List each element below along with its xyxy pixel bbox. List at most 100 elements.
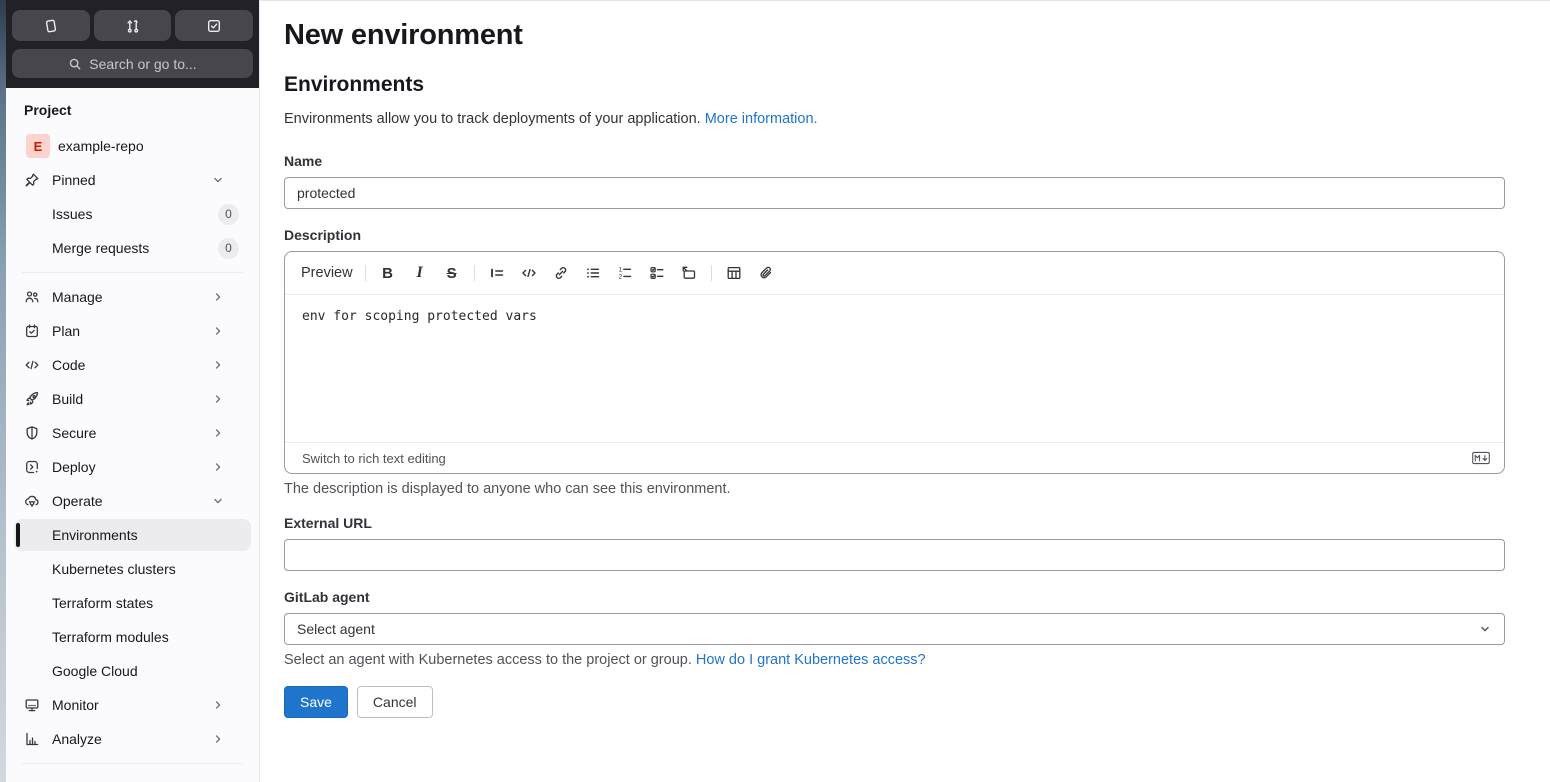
section-heading: Environments bbox=[284, 73, 425, 96]
sidebar-item-google-cloud[interactable]: Google Cloud bbox=[14, 655, 251, 687]
sidebar-item-label: Operate bbox=[52, 493, 103, 509]
sidebar-item-label: Pinned bbox=[52, 172, 96, 188]
users-icon bbox=[24, 289, 40, 305]
sidebar-item-monitor[interactable]: Monitor bbox=[14, 689, 251, 721]
search-placeholder: Search or go to... bbox=[89, 55, 197, 72]
chevron-right-icon bbox=[211, 732, 227, 746]
page-title: New environment bbox=[284, 19, 523, 51]
bold-icon[interactable]: B bbox=[378, 261, 398, 285]
link-icon[interactable] bbox=[551, 261, 571, 285]
strikethrough-icon[interactable]: S bbox=[442, 261, 462, 285]
description-label: Description bbox=[284, 227, 362, 243]
sidebar-item-environments[interactable]: Environments bbox=[14, 519, 251, 551]
italic-icon[interactable]: I bbox=[410, 261, 430, 285]
kubernetes-access-link[interactable]: How do I grant Kubernetes access? bbox=[696, 652, 926, 668]
todo-list-shortcut-button[interactable] bbox=[175, 10, 254, 41]
sidebar-item-label: Build bbox=[52, 391, 84, 407]
sidebar-item-label: Environments bbox=[52, 527, 138, 543]
external-url-input[interactable] bbox=[284, 539, 1505, 571]
sidebar-item-deploy[interactable]: Deploy bbox=[14, 451, 251, 483]
sidebar-item-manage[interactable]: Manage bbox=[14, 281, 251, 313]
bullet-list-icon[interactable] bbox=[583, 261, 603, 285]
sidebar-item-label: Deploy bbox=[52, 459, 96, 475]
merge-requests-shortcut-button[interactable] bbox=[93, 10, 172, 41]
chevron-down-icon bbox=[1478, 622, 1492, 636]
chevron-right-icon bbox=[211, 426, 227, 440]
sidebar-divider bbox=[22, 763, 243, 764]
svg-text:1: 1 bbox=[618, 266, 622, 273]
sidebar-item-label: Merge requests bbox=[52, 240, 150, 256]
sidebar-item-operate[interactable]: Operate bbox=[14, 485, 251, 517]
monitor-icon bbox=[24, 697, 40, 713]
shield-icon bbox=[24, 425, 40, 441]
search-input[interactable]: Search or go to... bbox=[12, 49, 253, 78]
save-button[interactable]: Save bbox=[284, 686, 348, 718]
switch-rich-text-link[interactable]: Switch to rich text editing bbox=[302, 451, 446, 466]
task-list-icon[interactable] bbox=[647, 261, 667, 285]
sidebar-item-pinned[interactable]: Pinned bbox=[14, 164, 251, 196]
cancel-button[interactable]: Cancel bbox=[356, 686, 433, 718]
sidebar-item-plan[interactable]: Plan bbox=[14, 315, 251, 347]
quote-icon[interactable] bbox=[487, 261, 507, 285]
gitlab-agent-label: GitLab agent bbox=[284, 589, 370, 605]
todo-check-icon bbox=[206, 18, 222, 34]
project-avatar: E bbox=[26, 134, 50, 158]
super-sidebar: Search or go to... Project E example-rep… bbox=[6, 0, 260, 782]
sidebar-item-terraform-states[interactable]: Terraform states bbox=[14, 587, 251, 619]
intro-text-body: Environments allow you to track deployme… bbox=[284, 111, 701, 127]
collapsible-section-icon[interactable] bbox=[679, 261, 699, 285]
toolbar-separator bbox=[364, 265, 366, 281]
chevron-right-icon bbox=[211, 698, 227, 712]
form-actions: Save Cancel bbox=[284, 686, 1505, 718]
main-content: New environment Environments Environment… bbox=[260, 0, 1550, 782]
sidebar-item-kubernetes-clusters[interactable]: Kubernetes clusters bbox=[14, 553, 251, 585]
more-information-link[interactable]: More information. bbox=[705, 111, 818, 127]
issues-shortcut-button[interactable] bbox=[12, 10, 90, 41]
sidebar-item-label: Plan bbox=[52, 323, 81, 339]
intro-text: Environments allow you to track deployme… bbox=[284, 111, 1505, 127]
sidebar-item-build[interactable]: Build bbox=[14, 383, 251, 415]
sidebar-nav: Project E example-repo Pinned Issues 0 M… bbox=[6, 88, 259, 782]
calendar-icon bbox=[24, 323, 40, 339]
sidebar-item-analyze[interactable]: Analyze bbox=[14, 723, 251, 755]
agent-select-value: Select agent bbox=[297, 621, 375, 637]
rocket-icon bbox=[24, 391, 40, 407]
issues-count-badge: 0 bbox=[218, 203, 239, 225]
chevron-right-icon bbox=[211, 324, 227, 338]
description-textarea[interactable]: env for scoping protected vars bbox=[285, 295, 1504, 439]
code-icon bbox=[24, 357, 40, 373]
name-input[interactable] bbox=[284, 177, 1505, 209]
external-url-label: External URL bbox=[284, 515, 372, 531]
sidebar-item-secure[interactable]: Secure bbox=[14, 417, 251, 449]
issues-icon bbox=[43, 18, 59, 34]
sidebar-item-terraform-modules[interactable]: Terraform modules bbox=[14, 621, 251, 653]
agent-help-text: Select an agent with Kubernetes access t… bbox=[284, 652, 1505, 668]
toolbar-separator bbox=[473, 265, 475, 281]
preview-button[interactable]: Preview bbox=[301, 261, 353, 285]
chevron-right-icon bbox=[211, 290, 227, 304]
sidebar-item-merge-requests[interactable]: Merge requests 0 bbox=[14, 232, 251, 264]
sidebar-item-label: Terraform modules bbox=[52, 629, 169, 645]
merge-requests-count-badge: 0 bbox=[218, 237, 239, 259]
cloud-pod-icon bbox=[24, 493, 40, 509]
code-icon[interactable] bbox=[519, 261, 539, 285]
search-icon bbox=[68, 57, 82, 71]
new-environment-form: Name Description Preview B I S bbox=[284, 153, 1505, 718]
markdown-toolbar: Preview B I S 1 2 bbox=[285, 252, 1504, 295]
attach-file-icon[interactable] bbox=[756, 261, 776, 285]
deploy-icon bbox=[24, 459, 40, 475]
numbered-list-icon[interactable]: 1 2 bbox=[615, 261, 635, 285]
sidebar-item-issues[interactable]: Issues 0 bbox=[14, 198, 251, 230]
table-icon[interactable] bbox=[724, 261, 744, 285]
sidebar-divider bbox=[22, 272, 243, 273]
markdown-icon bbox=[1472, 451, 1490, 465]
markdown-editor: Preview B I S 1 2 env for scoping protec… bbox=[284, 251, 1505, 474]
chevron-right-icon bbox=[211, 460, 227, 474]
sidebar-project-item[interactable]: E example-repo bbox=[14, 130, 251, 162]
merge-request-icon bbox=[125, 18, 141, 34]
sidebar-item-label: Issues bbox=[52, 206, 93, 222]
chevron-right-icon bbox=[211, 392, 227, 406]
chart-icon bbox=[24, 731, 40, 747]
sidebar-item-code[interactable]: Code bbox=[14, 349, 251, 381]
agent-select[interactable]: Select agent bbox=[284, 613, 1505, 645]
